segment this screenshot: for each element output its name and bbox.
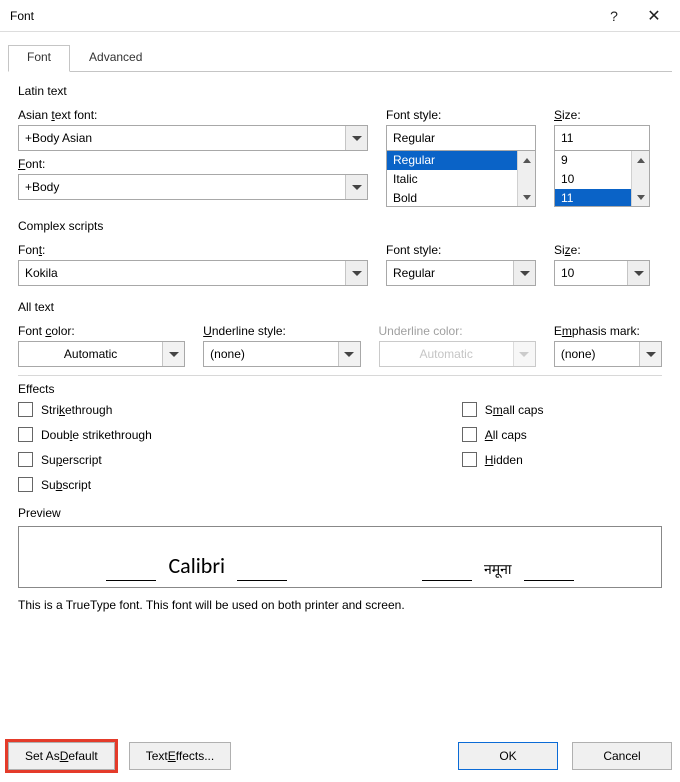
list-item[interactable]: Bold xyxy=(387,189,517,207)
label-underline-color: Underline color: xyxy=(379,324,536,338)
font-style-input[interactable] xyxy=(387,126,535,150)
scroll-down-icon[interactable] xyxy=(518,188,535,206)
list-item[interactable]: Regular xyxy=(387,151,517,170)
chevron-down-icon[interactable] xyxy=(627,261,649,285)
close-button[interactable]: ✕ xyxy=(634,2,674,30)
label-emphasis: Emphasis mark: xyxy=(554,324,662,338)
font-style-input-wrap xyxy=(386,125,536,151)
text-effects-button[interactable]: Text Effects... xyxy=(129,742,232,770)
tab-advanced[interactable]: Advanced xyxy=(70,45,161,72)
cancel-button[interactable]: Cancel xyxy=(572,742,672,770)
underline-color-combo: Automatic xyxy=(379,341,536,367)
group-latin: Latin text xyxy=(18,84,662,98)
latin-font-combo[interactable] xyxy=(18,174,368,200)
chevron-down-icon[interactable] xyxy=(162,342,184,366)
tab-font[interactable]: Font xyxy=(8,45,70,72)
cs-style-input[interactable] xyxy=(387,261,513,285)
preview-area: Calibri नमूना xyxy=(18,526,662,588)
underline-style-combo[interactable]: (none) xyxy=(203,341,360,367)
font-color-value: Automatic xyxy=(19,347,162,361)
group-complex: Complex scripts xyxy=(18,219,662,233)
label-asian-font: Asian text font: xyxy=(18,108,368,122)
checkbox-strikethrough[interactable]: Strikethrough xyxy=(18,402,152,417)
label-font-color: Font color: xyxy=(18,324,185,338)
checkbox-subscript[interactable]: Subscript xyxy=(18,477,152,492)
preview-sample-cs: नमूना xyxy=(478,560,518,581)
help-button[interactable]: ? xyxy=(594,2,634,30)
label-cs-size: Size: xyxy=(554,243,650,257)
size-input[interactable] xyxy=(555,126,649,150)
checkbox-superscript[interactable]: Superscript xyxy=(18,452,152,467)
group-alltext: All text xyxy=(18,300,662,314)
asian-font-combo[interactable] xyxy=(18,125,368,151)
underline-color-value: Automatic xyxy=(380,347,513,361)
emphasis-combo[interactable]: (none) xyxy=(554,341,662,367)
scroll-down-icon[interactable] xyxy=(632,188,649,206)
cs-font-input[interactable] xyxy=(19,261,345,285)
scroll-up-icon[interactable] xyxy=(632,151,649,169)
size-input-wrap xyxy=(554,125,650,151)
font-style-list[interactable]: Regular Italic Bold xyxy=(386,151,536,207)
tabstrip: Font Advanced xyxy=(8,44,672,72)
list-item[interactable]: Italic xyxy=(387,170,517,189)
checkbox-double-strike[interactable]: Double strikethrough xyxy=(18,427,152,442)
label-latin-font: Font: xyxy=(18,157,368,171)
group-preview: Preview xyxy=(18,506,662,520)
chevron-down-icon[interactable] xyxy=(345,126,367,150)
list-item[interactable]: 10 xyxy=(555,170,631,189)
cs-style-combo[interactable] xyxy=(386,260,536,286)
cs-font-combo[interactable] xyxy=(18,260,368,286)
title-bar: Font ? ✕ xyxy=(0,0,680,32)
preview-sample-latin: Calibri xyxy=(162,552,231,581)
set-as-default-button[interactable]: Set As Default xyxy=(8,742,115,770)
list-item[interactable]: 9 xyxy=(555,151,631,170)
label-cs-font: Font: xyxy=(18,243,368,257)
cs-size-combo[interactable] xyxy=(554,260,650,286)
checkbox-all-caps[interactable]: All caps xyxy=(462,427,544,442)
asian-font-input[interactable] xyxy=(19,126,345,150)
label-cs-style: Font style: xyxy=(386,243,536,257)
chevron-down-icon[interactable] xyxy=(338,342,360,366)
underline-style-value: (none) xyxy=(204,347,337,361)
checkbox-hidden[interactable]: Hidden xyxy=(462,452,544,467)
emphasis-value: (none) xyxy=(555,347,639,361)
label-size: Size: xyxy=(554,108,650,122)
chevron-down-icon[interactable] xyxy=(513,261,535,285)
checkbox-small-caps[interactable]: Small caps xyxy=(462,402,544,417)
preview-note: This is a TrueType font. This font will … xyxy=(18,598,662,612)
size-list[interactable]: 9 10 11 xyxy=(554,151,650,207)
scrollbar[interactable] xyxy=(631,151,649,206)
label-font-style: Font style: xyxy=(386,108,536,122)
latin-font-input[interactable] xyxy=(19,175,345,199)
chevron-down-icon[interactable] xyxy=(345,261,367,285)
cs-size-input[interactable] xyxy=(555,261,627,285)
ok-button[interactable]: OK xyxy=(458,742,558,770)
chevron-down-icon[interactable] xyxy=(345,175,367,199)
font-color-combo[interactable]: Automatic xyxy=(18,341,185,367)
chevron-down-icon xyxy=(513,342,535,366)
label-underline-style: Underline style: xyxy=(203,324,360,338)
dialog-title: Font xyxy=(10,9,34,23)
group-effects: Effects xyxy=(18,382,662,396)
scrollbar[interactable] xyxy=(517,151,535,206)
chevron-down-icon[interactable] xyxy=(639,342,661,366)
list-item[interactable]: 11 xyxy=(555,189,631,207)
scroll-up-icon[interactable] xyxy=(518,151,535,169)
